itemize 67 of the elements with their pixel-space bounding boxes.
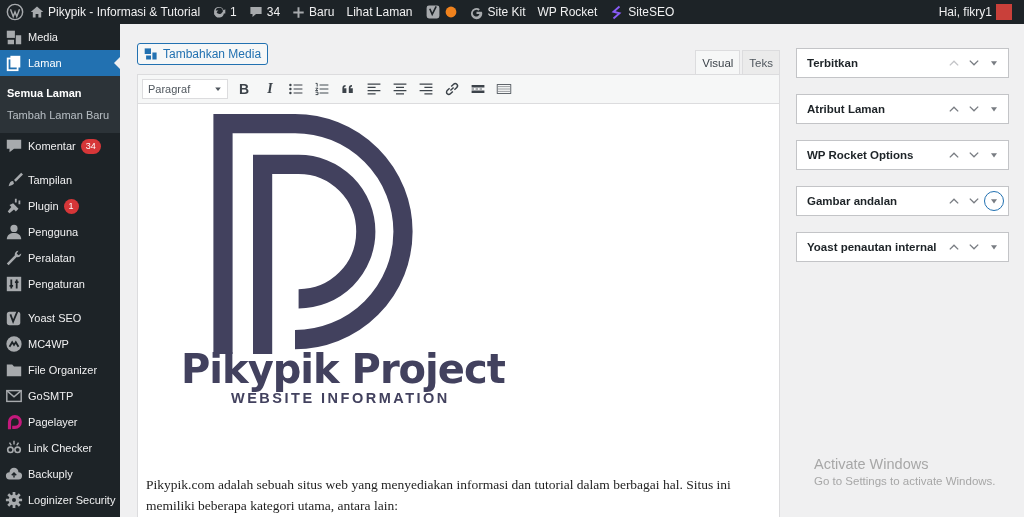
p-logo-icon bbox=[5, 413, 23, 431]
count-badge: 34 bbox=[80, 138, 101, 154]
italic-button[interactable]: I bbox=[260, 79, 280, 99]
submenu-item[interactable]: Tambah Laman Baru bbox=[0, 104, 120, 126]
status-dot-icon bbox=[444, 6, 457, 18]
y-logo-icon bbox=[5, 309, 23, 327]
new-link[interactable]: Baru bbox=[286, 0, 341, 24]
add-media-button[interactable]: Tambahkan Media bbox=[137, 43, 269, 65]
align-right-icon[interactable] bbox=[418, 81, 434, 97]
sidebar-item[interactable]: Laman bbox=[0, 50, 120, 76]
user-icon bbox=[5, 223, 23, 241]
activation-notice-title: Activate Windows bbox=[814, 456, 930, 472]
sidebar-item[interactable]: Pengaturan bbox=[0, 271, 120, 297]
link-icon[interactable] bbox=[444, 81, 460, 97]
sidebar-item[interactable]: Link Checker bbox=[0, 435, 120, 461]
gear-icon bbox=[5, 491, 23, 509]
sidebar-item[interactable]: Yoast SEO bbox=[0, 305, 120, 331]
sidebar-item[interactable]: Media bbox=[0, 24, 120, 50]
bold-button[interactable]: B bbox=[234, 79, 254, 99]
sidebar-item[interactable]: Loginizer Security bbox=[0, 487, 120, 513]
count-badge: 1 bbox=[63, 198, 79, 214]
site-link[interactable]: Pikypik - Informasi & Tutorial bbox=[24, 0, 207, 24]
paragraph: Pikypik.com adalah sebuah situs web yang menyediakan informasi dan tutorial dalam berbagai hal. Situs ini memiliki beberapa kategori utama, antara lain: bbox=[146, 476, 732, 515]
circle-logo-icon bbox=[5, 335, 23, 353]
sidebar-item[interactable]: Peralatan bbox=[0, 245, 120, 271]
sidebar-item[interactable]: Pagelayer bbox=[0, 409, 120, 435]
comments-link[interactable]: 34 bbox=[242, 0, 287, 24]
speech-bubble-icon bbox=[248, 5, 263, 19]
toolbar-link[interactable]: WP Rocket bbox=[531, 0, 604, 24]
bulleted-list-icon[interactable] bbox=[288, 81, 304, 97]
editor-tab[interactable]: Visual bbox=[695, 50, 741, 74]
wordpress-logo-icon[interactable] bbox=[6, 3, 24, 21]
pages-icon bbox=[5, 54, 23, 72]
numbered-list-icon[interactable] bbox=[314, 81, 330, 97]
sidebar-item[interactable]: MC4WP bbox=[0, 331, 120, 357]
y-logo-icon[interactable] bbox=[424, 4, 441, 20]
sidebar-item[interactable]: Tampilan bbox=[0, 167, 120, 193]
toolbar-link[interactable]: Site Kit bbox=[462, 0, 532, 24]
home-icon bbox=[30, 5, 44, 19]
sidebar-item[interactable]: Backuply bbox=[0, 461, 120, 487]
sidebar-item[interactable]: Pengguna bbox=[0, 219, 120, 245]
toolbar-link[interactable]: Lihat Laman bbox=[340, 0, 419, 24]
align-center-icon[interactable] bbox=[392, 81, 408, 97]
activation-notice-text: Go to Settings to activate Windows. bbox=[814, 475, 996, 487]
sidebar-item[interactable]: Komentar 34 bbox=[0, 133, 120, 159]
media-icon bbox=[144, 47, 158, 61]
format-select[interactable]: Paragraf bbox=[142, 79, 228, 99]
avatar-icon bbox=[996, 4, 1012, 20]
keyboard-icon[interactable] bbox=[496, 81, 512, 97]
media-icon bbox=[5, 28, 23, 46]
sidebar-item[interactable]: GoSMTP bbox=[0, 383, 120, 409]
account-link[interactable]: Hai, fikry1 bbox=[932, 0, 1018, 24]
logo-title: Pikypik Project bbox=[181, 346, 505, 392]
submenu-item[interactable]: Semua Laman bbox=[0, 82, 120, 104]
sidebar-item[interactable]: File Organizer bbox=[0, 357, 120, 383]
toolbar-link[interactable]: SiteSEO bbox=[603, 0, 681, 24]
plus-icon bbox=[292, 5, 306, 19]
wrench-icon bbox=[5, 249, 23, 267]
editor-tab[interactable]: Teks bbox=[742, 50, 780, 74]
plug-icon bbox=[5, 197, 23, 215]
envelope-icon bbox=[5, 387, 23, 405]
caret-icon bbox=[214, 85, 222, 93]
refresh-icon bbox=[212, 5, 227, 19]
align-left-icon[interactable] bbox=[366, 81, 382, 97]
updates-link[interactable]: 1 bbox=[206, 0, 243, 24]
sliders-icon bbox=[5, 275, 23, 293]
sidebar-item[interactable]: Plugin 1 bbox=[0, 193, 120, 219]
